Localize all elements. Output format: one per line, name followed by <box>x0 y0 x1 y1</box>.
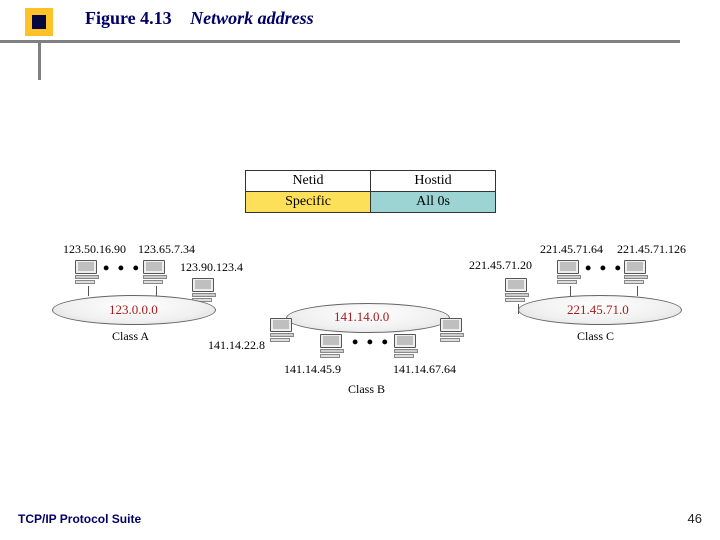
class-label: Class A <box>112 329 149 344</box>
host-ip-label: 123.90.123.4 <box>180 260 243 275</box>
network-address-label: 141.14.0.0 <box>334 309 389 325</box>
cell-hostid-header: Hostid <box>371 171 496 192</box>
ellipsis-icon: • • • <box>585 258 623 279</box>
computer-icon <box>270 318 296 344</box>
class-label: Class B <box>348 382 385 397</box>
table-row: Netid Hostid <box>246 171 496 192</box>
host-ip-label: 141.14.67.64 <box>393 362 456 377</box>
host-ip-label: 221.45.71.64 <box>540 242 603 257</box>
figure-number: Figure 4.13 <box>85 8 172 28</box>
network-address-label: 221.45.71.0 <box>567 302 629 318</box>
computer-icon <box>440 318 466 344</box>
header-rule-vertical <box>38 40 41 80</box>
cell-all-zeros: All 0s <box>371 192 496 213</box>
table-row: Specific All 0s <box>246 192 496 213</box>
figure-title: Figure 4.13 Network address <box>85 8 314 29</box>
netid-hostid-table: Netid Hostid Specific All 0s <box>245 170 496 213</box>
cell-netid-header: Netid <box>246 171 371 192</box>
figure-caption: Network address <box>190 8 314 28</box>
ellipsis-icon: • • • <box>352 332 390 353</box>
header-rule-horizontal <box>0 40 680 43</box>
ellipsis-icon: • • • <box>103 258 141 279</box>
host-ip-label: 221.45.71.20 <box>469 258 532 273</box>
host-ip-label: 123.65.7.34 <box>138 242 195 257</box>
host-ip-label: 141.14.22.8 <box>208 338 265 353</box>
cell-specific: Specific <box>246 192 371 213</box>
computer-icon <box>624 260 650 286</box>
computer-icon <box>75 260 101 286</box>
network-address-label: 123.0.0.0 <box>109 302 158 318</box>
host-ip-label: 141.14.45.9 <box>284 362 341 377</box>
host-ip-label: 221.45.71.126 <box>617 242 686 257</box>
class-label: Class C <box>577 329 614 344</box>
computer-icon <box>143 260 169 286</box>
page-number: 46 <box>688 511 702 526</box>
slide-bullet-icon <box>25 8 53 36</box>
computer-icon <box>320 334 346 360</box>
footer-title: TCP/IP Protocol Suite <box>18 512 141 526</box>
computer-icon <box>505 278 531 304</box>
computer-icon <box>557 260 583 286</box>
computer-icon <box>394 334 420 360</box>
host-ip-label: 123.50.16.90 <box>63 242 126 257</box>
